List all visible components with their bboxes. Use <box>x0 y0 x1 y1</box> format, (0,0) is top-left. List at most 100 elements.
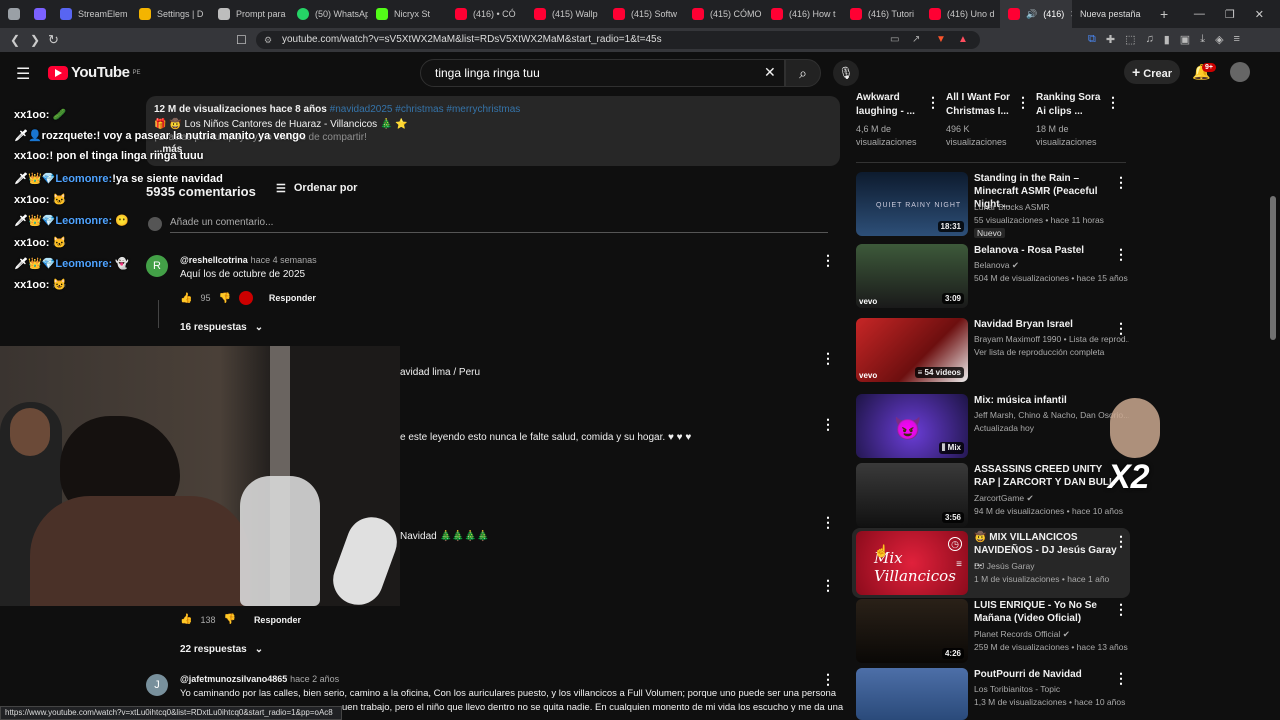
dislike-icon[interactable]: 👎 <box>223 614 235 625</box>
scrollbar-thumb[interactable] <box>1270 196 1276 340</box>
comment-menu-icon[interactable]: ⋮ <box>821 350 835 367</box>
video-thumbnail[interactable]: Mix Villancicos ◷ ≡ <box>856 531 968 595</box>
channel-name[interactable]: Lunar Blocks ASMR <box>974 202 1129 212</box>
related-video[interactable]: PoutPourri de Navidad Los Toribianitos -… <box>856 668 1129 720</box>
youtube-logo[interactable]: YouTube PE <box>48 64 140 81</box>
comment-author[interactable]: @reshellcotrina <box>180 255 248 265</box>
watch-later-icon[interactable]: ◷ <box>948 537 962 551</box>
related-video[interactable]: vevo 3:09 Belanova - Rosa Pastel Belanova… <box>856 244 1129 310</box>
video-title[interactable]: Navidad Bryan Israel <box>974 318 1124 331</box>
channel-name[interactable]: Belanova ✔ <box>974 260 1129 271</box>
video-menu-icon[interactable]: ⋮ <box>926 94 940 111</box>
video-thumbnail[interactable]: 4:26 <box>856 599 968 663</box>
rewards-icon[interactable]: ▲ <box>958 31 968 49</box>
site-info-icon[interactable]: ⚙ <box>264 31 272 49</box>
tab-10[interactable]: (415) CÓMO <box>684 0 763 28</box>
download-icon[interactable]: ⤓ <box>1200 33 1205 46</box>
tab-active[interactable]: 🔊(416)✕ <box>1000 0 1072 28</box>
related-video[interactable]: QUIET RAINY NIGHT 18:31 Standing in the R… <box>856 172 1129 238</box>
video-thumbnail[interactable]: 😈 ⫼ Mix <box>856 394 968 458</box>
music-icon[interactable]: ♫ <box>1145 33 1153 46</box>
channel-name[interactable]: Jeff Marsh, Chino & Nacho, Dan Osorio... <box>974 410 1129 420</box>
video-thumbnail[interactable] <box>856 668 968 720</box>
comment-time[interactable]: hace 2 años <box>290 674 339 684</box>
comment-menu-icon[interactable]: ⋮ <box>821 514 835 531</box>
comment-time[interactable]: hace 4 semanas <box>251 255 317 265</box>
like-icon[interactable]: 👍 <box>180 293 192 304</box>
related-title[interactable]: Awkward laughing - ... <box>856 91 926 119</box>
screenshot-icon[interactable]: ⬚ <box>1125 33 1135 46</box>
reply-button[interactable]: Responder <box>254 615 301 625</box>
create-button[interactable]: + Crear <box>1124 60 1180 84</box>
add-to-queue-icon[interactable]: ≡ <box>956 559 962 570</box>
hashtags[interactable]: #navidad2025 #christmas #merrychristmas <box>330 104 521 115</box>
channel-name[interactable]: Los Toribianitos - Topic <box>974 684 1129 694</box>
avatar[interactable] <box>1230 62 1250 82</box>
reload-icon[interactable]: ↻ <box>48 33 59 47</box>
related-video[interactable]: 4:26 LUIS ENRIQUE - Yo No Se Mañana (Vid… <box>856 599 1129 665</box>
search-button[interactable]: ⌕ <box>785 59 821 87</box>
related-title[interactable]: All I Want For Christmas I... <box>946 91 1016 119</box>
video-thumbnail[interactable]: vevo ≡ 54 videos <box>856 318 968 382</box>
channel-name[interactable]: DJ Jesús Garay <box>974 561 1129 571</box>
commenter-avatar[interactable]: J <box>146 674 168 696</box>
tab-1[interactable] <box>26 0 52 28</box>
comment-menu-icon[interactable]: ⋮ <box>821 416 835 433</box>
vpn-icon[interactable]: ◈ <box>1215 33 1223 46</box>
video-thumbnail[interactable]: QUIET RAINY NIGHT 18:31 <box>856 172 968 236</box>
sort-button[interactable]: ☰ Ordenar por <box>276 182 357 195</box>
tab-7[interactable]: (416) • CÓ <box>447 0 526 28</box>
channel-name[interactable]: ZarcortGame ✔ <box>974 493 1129 504</box>
tab-12[interactable]: (416) Tutori <box>842 0 921 28</box>
channel-name[interactable]: Brayam Maximoff 1990 • Lista de reprod..… <box>974 334 1129 344</box>
comment-menu-icon[interactable]: ⋮ <box>821 577 835 594</box>
new-tab-button[interactable]: + <box>1152 0 1176 28</box>
tab-new-page[interactable]: Nueva pestaña <box>1072 0 1152 28</box>
hamburger-menu-icon[interactable]: ☰ <box>16 64 30 84</box>
translate-icon[interactable]: ⧉ <box>1088 33 1096 46</box>
view-playlist-link[interactable]: Ver lista de reproducción completa <box>974 347 1129 357</box>
clear-search-icon[interactable]: ✕ <box>764 64 776 81</box>
tab-11[interactable]: (416) How t <box>763 0 842 28</box>
video-thumbnail[interactable]: vevo 3:09 <box>856 244 968 308</box>
comment-menu-icon[interactable]: ⋮ <box>821 671 835 688</box>
sidebar-icon[interactable]: ▮ <box>1164 33 1170 46</box>
video-menu-icon[interactable]: ⋮ <box>1114 174 1128 191</box>
tab-13[interactable]: (416) Uno d <box>921 0 1000 28</box>
extension-icon[interactable]: ✚ <box>1106 33 1115 46</box>
tab-3[interactable]: Settings | D <box>131 0 210 28</box>
minimize-icon[interactable]: — <box>1194 8 1205 21</box>
tab-2[interactable]: StreamElem <box>52 0 131 28</box>
related-video[interactable]: Mix Villancicos ◷ ≡ 🤠 MIX VILLANCICOS NA… <box>856 531 1129 597</box>
tab-8[interactable]: (415) Wallp <box>526 0 605 28</box>
tab-6[interactable]: Nicryx St <box>368 0 447 28</box>
related-title[interactable]: Ranking Sora Ai clips ... <box>1036 91 1106 119</box>
related-mix[interactable]: 😈 ⫼ Mix Mix: música infantil Jeff Marsh, … <box>856 394 1129 460</box>
replies-toggle[interactable]: 16 respuestas ⌄ <box>180 322 263 333</box>
menu-icon[interactable]: ≡ <box>1234 33 1240 46</box>
video-menu-icon[interactable]: ⋮ <box>1114 601 1128 618</box>
commenter-avatar[interactable]: R <box>146 255 168 277</box>
install-icon[interactable]: ▭ <box>890 31 899 49</box>
video-title[interactable]: Mix: música infantil <box>974 394 1124 407</box>
video-menu-icon[interactable]: ⋮ <box>1114 533 1128 550</box>
brave-shield-icon[interactable]: ▼ <box>936 31 946 49</box>
tab-4[interactable]: Prompt para <box>210 0 289 28</box>
bookmark-icon[interactable]: ☐ <box>236 33 247 47</box>
video-menu-icon[interactable]: ⋮ <box>1114 670 1128 687</box>
video-thumbnail[interactable]: 3:56 <box>856 463 968 527</box>
video-title[interactable]: PoutPourri de Navidad <box>974 668 1124 681</box>
wallet-icon[interactable]: ▣ <box>1180 33 1190 46</box>
dislike-icon[interactable]: 👎 <box>218 293 230 304</box>
tab-9[interactable]: (415) Softw <box>605 0 684 28</box>
search-input[interactable]: tinga linga ringa tuu <box>420 59 785 87</box>
back-icon[interactable]: ❮ <box>10 33 20 47</box>
voice-search-button[interactable]: 🎙 <box>833 60 859 86</box>
channel-name[interactable]: Planet Records Official ✔ <box>974 629 1129 640</box>
forward-icon[interactable]: ❯ <box>30 33 40 47</box>
video-menu-icon[interactable]: ⋮ <box>1114 246 1128 263</box>
replies-toggle[interactable]: 22 respuestas ⌄ <box>180 644 263 655</box>
video-menu-icon[interactable]: ⋮ <box>1016 94 1030 111</box>
video-title[interactable]: ASSASSINS CREED UNITY RAP | ZARCORT Y DA… <box>974 463 1124 489</box>
add-comment-input[interactable]: Añade un comentario... <box>170 217 273 228</box>
